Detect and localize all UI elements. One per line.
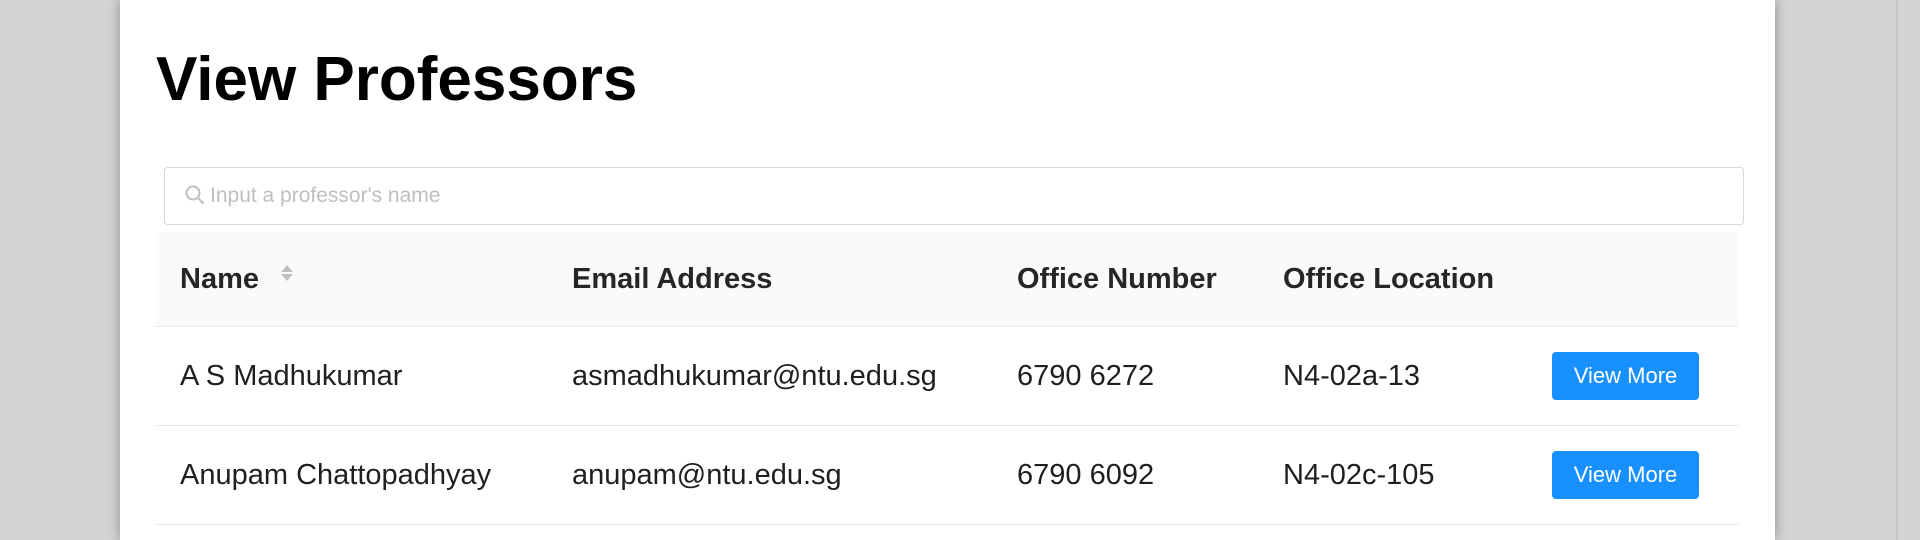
table-header: Name Email Address Office Number Office … (156, 232, 1739, 327)
search-input[interactable] (210, 168, 1730, 224)
scrollbar[interactable] (1896, 0, 1920, 540)
sort-ascending-icon (281, 265, 293, 272)
professor-office-location: N4-02c-105 (1283, 458, 1435, 491)
professors-table: Name Email Address Office Number Office … (156, 232, 1739, 525)
row-action: View More (1552, 327, 1699, 425)
table-row: Anupam Chattopadhyay anupam@ntu.edu.sg 6… (156, 426, 1739, 525)
column-header-name-label: Name (180, 262, 259, 295)
row-action: View More (1552, 426, 1699, 524)
page-title: View Professors (156, 45, 638, 114)
sort-icon[interactable] (281, 265, 293, 281)
professor-office-location: N4-02a-13 (1283, 359, 1421, 392)
view-more-button[interactable]: View More (1552, 352, 1699, 400)
professor-email: anupam@ntu.edu.sg (572, 458, 842, 491)
column-header-name[interactable]: Name (180, 232, 293, 326)
professor-name: Anupam Chattopadhyay (180, 458, 492, 491)
professor-name: A S Madhukumar (180, 359, 403, 392)
column-header-office-location: Office Location (1283, 262, 1495, 295)
table-row: A S Madhukumar asmadhukumar@ntu.edu.sg 6… (156, 327, 1739, 426)
professor-office-number: 6790 6092 (1017, 458, 1155, 491)
search-icon (185, 185, 205, 205)
scrollbar-track (1896, 0, 1898, 540)
column-header-email: Email Address (572, 262, 773, 295)
sort-descending-icon (281, 274, 293, 281)
professor-office-number: 6790 6272 (1017, 359, 1155, 392)
page-card: View Professors Name Email Address Offic… (120, 0, 1775, 540)
professor-email: asmadhukumar@ntu.edu.sg (572, 359, 937, 392)
view-more-button[interactable]: View More (1552, 451, 1699, 499)
column-header-office-number: Office Number (1017, 262, 1217, 295)
search-box[interactable] (164, 167, 1744, 225)
